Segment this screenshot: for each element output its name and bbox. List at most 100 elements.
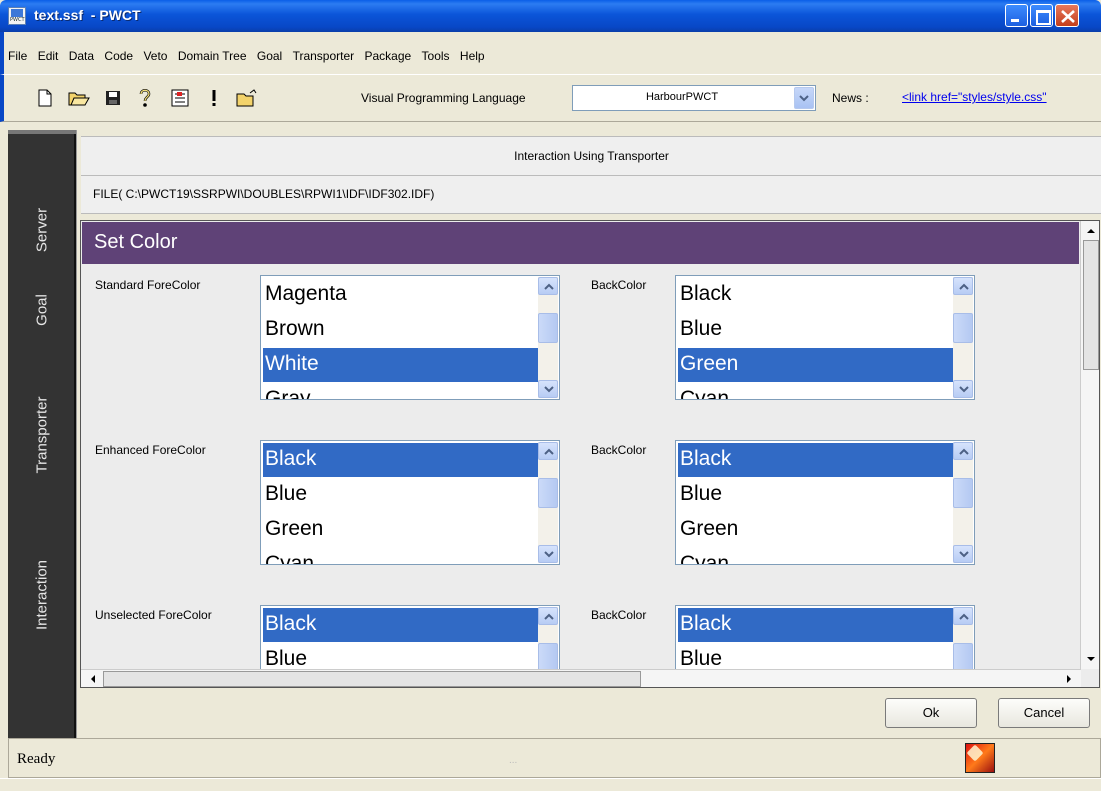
menu-domain-tree[interactable]: Domain Tree: [178, 49, 247, 63]
sidebar-item-interaction[interactable]: Interaction: [8, 530, 76, 660]
minimize-button[interactable]: [1005, 4, 1028, 27]
scroll-up-icon[interactable]: [953, 607, 973, 625]
form-scroll-area[interactable]: Set Color Standard ForeColor Magenta Bro…: [80, 220, 1100, 688]
menu-transporter[interactable]: Transporter: [293, 49, 355, 63]
ok-button[interactable]: Ok: [885, 698, 977, 728]
list-item-selected[interactable]: Black: [263, 443, 539, 477]
enhanced-backcolor-label: BackColor: [591, 443, 647, 457]
menu-tools[interactable]: Tools: [422, 49, 450, 63]
menu-data[interactable]: Data: [69, 49, 94, 63]
enhanced-forecolor-list[interactable]: Black Blue Green Cyan: [260, 440, 560, 565]
list-item[interactable]: Black: [678, 278, 954, 312]
sidebar-item-label: Interaction: [33, 559, 51, 631]
form-title: Set Color: [94, 231, 178, 253]
menu-veto[interactable]: Veto: [143, 49, 167, 63]
form-vertical-scrollbar[interactable]: [1080, 221, 1099, 669]
scroll-up-icon[interactable]: [538, 442, 558, 460]
vpl-label: Visual Programming Language: [361, 91, 526, 105]
vpl-select-value: HarbourPWCT: [645, 91, 719, 103]
list-item[interactable]: Cyan: [678, 548, 954, 564]
scroll-thumb[interactable]: [953, 478, 973, 508]
scroll-thumb[interactable]: [953, 313, 973, 343]
folder-icon[interactable]: [236, 87, 258, 109]
scroll-down-icon[interactable]: [538, 545, 558, 563]
list-item[interactable]: Magenta: [263, 278, 539, 312]
list-item-selected[interactable]: White: [263, 348, 539, 382]
scroll-down-icon[interactable]: [953, 380, 973, 398]
scroll-up-icon[interactable]: [953, 442, 973, 460]
status-text: Ready: [17, 751, 56, 767]
scroll-thumb[interactable]: [1083, 240, 1099, 370]
standard-forecolor-list[interactable]: Magenta Brown White Gray: [260, 275, 560, 400]
scroll-up-icon[interactable]: [538, 607, 558, 625]
standard-backcolor-label: BackColor: [591, 278, 647, 292]
scroll-thumb[interactable]: [538, 478, 558, 508]
document-icon[interactable]: [169, 87, 191, 109]
scroll-down-icon[interactable]: [538, 380, 558, 398]
menu-file[interactable]: File: [8, 49, 27, 63]
menu-goal[interactable]: Goal: [257, 49, 282, 63]
resize-grip-icon: ...: [509, 755, 518, 766]
list-item[interactable]: Blue: [678, 478, 954, 512]
list-item[interactable]: Blue: [678, 313, 954, 347]
new-file-icon[interactable]: [34, 87, 56, 109]
chevron-down-icon[interactable]: [794, 87, 814, 109]
sidebar-item-transporter[interactable]: Transporter: [8, 370, 76, 500]
list-item[interactable]: Green: [678, 513, 954, 547]
open-folder-icon[interactable]: [68, 87, 90, 109]
form-header: Set Color: [82, 222, 1079, 264]
status-bar: Ready ...: [8, 738, 1101, 778]
list-item[interactable]: Cyan: [263, 548, 539, 564]
scroll-left-icon[interactable]: [85, 672, 101, 686]
menu-bar: File Edit Data Code Veto Domain Tree Goa…: [0, 32, 1101, 74]
list-item[interactable]: Cyan: [678, 383, 954, 399]
list-item[interactable]: Gray: [263, 383, 539, 399]
exclamation-icon[interactable]: [203, 87, 225, 109]
standard-forecolor-label: Standard ForeColor: [95, 278, 201, 292]
help-icon[interactable]: [134, 87, 156, 109]
scroll-up-icon[interactable]: [538, 277, 558, 295]
close-button[interactable]: [1055, 4, 1079, 27]
list-scrollbar[interactable]: [953, 277, 973, 398]
news-link[interactable]: <link href="styles/style.css": [902, 90, 1047, 104]
scroll-thumb[interactable]: [103, 671, 641, 687]
close-icon: [1061, 10, 1075, 23]
vpl-select[interactable]: HarbourPWCT: [572, 85, 816, 111]
window-title: text.ssf - PWCT: [34, 7, 141, 23]
scroll-thumb[interactable]: [538, 313, 558, 343]
list-item-selected[interactable]: Green: [678, 348, 954, 382]
list-item[interactable]: Blue: [263, 478, 539, 512]
status-app-icon[interactable]: [965, 743, 995, 773]
list-item-selected[interactable]: Black: [678, 608, 954, 642]
list-scrollbar[interactable]: [538, 442, 558, 563]
cancel-button[interactable]: Cancel: [998, 698, 1090, 728]
scroll-down-icon[interactable]: [953, 545, 973, 563]
scroll-right-icon[interactable]: [1061, 672, 1077, 686]
scroll-down-icon[interactable]: [1083, 651, 1099, 667]
menu-package[interactable]: Package: [365, 49, 412, 63]
menu-edit[interactable]: Edit: [38, 49, 59, 63]
list-item-selected[interactable]: Black: [263, 608, 539, 642]
list-scrollbar[interactable]: [538, 277, 558, 398]
scroll-up-icon[interactable]: [1083, 223, 1099, 239]
scroll-up-icon[interactable]: [953, 277, 973, 295]
title-bar: PWCT text.ssf - PWCT: [0, 0, 1101, 32]
menu-code[interactable]: Code: [104, 49, 133, 63]
list-item[interactable]: Green: [263, 513, 539, 547]
form-horizontal-scrollbar[interactable]: [81, 669, 1081, 687]
standard-backcolor-list[interactable]: Black Blue Green Cyan: [675, 275, 975, 400]
sidebar-item-goal[interactable]: Goal: [8, 260, 76, 360]
maximize-button[interactable]: [1030, 4, 1053, 27]
list-item[interactable]: Brown: [263, 313, 539, 347]
window-bottom-edge: [0, 778, 1101, 791]
save-icon[interactable]: [102, 87, 124, 109]
panel-header-title: Interaction Using Transporter: [514, 149, 669, 163]
list-item-selected[interactable]: Black: [678, 443, 954, 477]
file-path: FILE( C:\PWCT19\SSRPWI\DOUBLES\RPWI1\IDF…: [93, 187, 435, 201]
sidebar-item-label: Goal: [33, 294, 51, 326]
unselected-forecolor-label: Unselected ForeColor: [95, 608, 212, 622]
menu-help[interactable]: Help: [460, 49, 485, 63]
enhanced-backcolor-list[interactable]: Black Blue Green Cyan: [675, 440, 975, 565]
list-scrollbar[interactable]: [953, 442, 973, 563]
sidebar-item-label: Server: [33, 207, 51, 253]
